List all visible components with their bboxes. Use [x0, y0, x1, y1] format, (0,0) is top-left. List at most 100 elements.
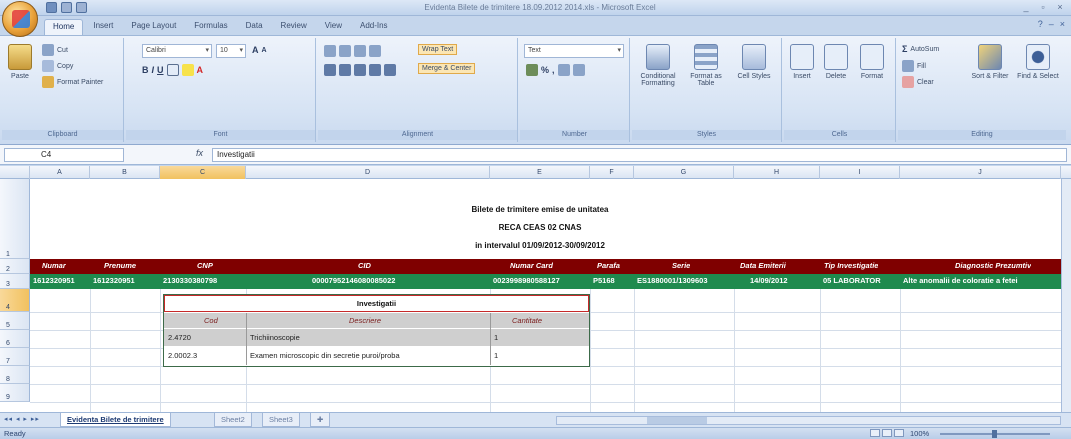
cell-styles-button[interactable]: Cell Styles [732, 44, 776, 80]
cell-diagnostic[interactable]: Alte anomalii de coloratie a fetei [903, 274, 1059, 288]
close-button[interactable]: × [1053, 2, 1067, 13]
number-format-select[interactable]: Text [524, 44, 624, 58]
copy-button[interactable]: Copy [42, 60, 73, 72]
format-as-table-button[interactable]: Format as Table [684, 44, 728, 87]
cell-numar[interactable]: 1612320951 [33, 274, 89, 288]
conditional-formatting-button[interactable]: Conditional Formatting [636, 44, 680, 87]
redo-icon[interactable] [76, 2, 87, 13]
page-layout-view-icon[interactable] [882, 429, 892, 437]
find-select-button[interactable]: Find & Select [1016, 44, 1060, 80]
sort-filter-button[interactable]: Sort & Filter [968, 44, 1012, 80]
save-icon[interactable] [46, 2, 57, 13]
workbook-close-icon[interactable]: × [1060, 19, 1065, 29]
comma-style-icon[interactable]: , [552, 65, 555, 75]
sheet-tab-sheet3[interactable]: Sheet3 [262, 413, 300, 427]
select-all-corner[interactable] [0, 166, 30, 179]
row-header-9[interactable]: 9 [0, 384, 30, 402]
font-size-select[interactable]: 10 [216, 44, 246, 58]
cell-parafa[interactable]: P5168 [593, 274, 633, 288]
tab-home[interactable]: Home [44, 19, 84, 35]
maximize-button[interactable]: ▫ [1036, 2, 1050, 13]
increase-decimal-icon[interactable] [557, 64, 570, 76]
borders-icon[interactable] [166, 64, 179, 76]
row-header-4[interactable]: 4 [0, 289, 30, 312]
insert-cells-button[interactable]: Insert [790, 44, 814, 80]
font-color-icon[interactable]: A [197, 65, 204, 75]
shrink-font-icon[interactable]: A [262, 47, 267, 54]
align-right-icon[interactable] [354, 64, 366, 76]
column-header-c[interactable]: C [160, 166, 246, 179]
tab-formulas[interactable]: Formulas [186, 19, 235, 35]
tab-add-ins[interactable]: Add-Ins [352, 19, 396, 35]
column-header-a[interactable]: A [30, 166, 90, 179]
grow-font-icon[interactable]: A [252, 45, 259, 55]
tab-data[interactable]: Data [238, 19, 271, 35]
column-header-f[interactable]: F [590, 166, 634, 179]
align-middle-icon[interactable] [339, 45, 351, 57]
tab-view[interactable]: View [317, 19, 350, 35]
column-header-e[interactable]: E [490, 166, 590, 179]
paste-button[interactable]: Paste [8, 44, 32, 80]
underline-icon[interactable]: U [157, 65, 164, 75]
align-left-icon[interactable] [324, 64, 336, 76]
normal-view-icon[interactable] [870, 429, 880, 437]
wrap-text-button[interactable]: Wrap Text [418, 44, 458, 55]
column-header-b[interactable]: B [90, 166, 160, 179]
row-header-6[interactable]: 6 [0, 330, 30, 348]
format-cells-button[interactable]: Format [860, 44, 884, 80]
insert-function-icon[interactable]: fx [196, 148, 203, 158]
row-header-8[interactable]: 8 [0, 366, 30, 384]
sheet-nav-arrows-icon[interactable]: ◂◂ ◂ ▸ ▸▸ [4, 415, 40, 423]
fill-button[interactable]: Fill [902, 60, 926, 72]
formula-input[interactable]: Investigatii [212, 148, 1067, 162]
merge-center-button[interactable]: Merge & Center [418, 63, 476, 74]
investigatii-title[interactable]: Investigatii [164, 295, 589, 312]
row-header-3[interactable]: 3 [0, 274, 30, 289]
office-button[interactable] [2, 1, 38, 37]
help-icon[interactable]: ? [1038, 19, 1043, 29]
fill-color-icon[interactable] [181, 64, 194, 76]
name-box[interactable]: C4 [4, 148, 124, 162]
decrease-decimal-icon[interactable] [572, 64, 585, 76]
delete-cells-button[interactable]: Delete [824, 44, 848, 80]
percent-icon[interactable]: % [541, 65, 549, 75]
increase-indent-icon[interactable] [384, 64, 396, 76]
cell-cid[interactable]: 00007952146080085022 [312, 274, 488, 288]
investigatii-row[interactable]: 2.0002.3 Examen microscopic din secretie… [164, 347, 589, 364]
tab-page-layout[interactable]: Page Layout [123, 19, 184, 35]
undo-icon[interactable] [61, 2, 72, 13]
sheet-tab-evidenta[interactable]: Evidenta Bilete de trimitere [60, 413, 171, 427]
row-header-5[interactable]: 5 [0, 312, 30, 330]
column-header-i[interactable]: I [820, 166, 900, 179]
align-center-icon[interactable] [339, 64, 351, 76]
column-header-d[interactable]: D [246, 166, 490, 179]
cell-tip-investigatie[interactable]: 05 LABORATOR [823, 274, 899, 288]
vertical-scrollbar[interactable] [1061, 179, 1071, 412]
tab-review[interactable]: Review [273, 19, 315, 35]
workbook-minimize-icon[interactable]: – [1049, 19, 1054, 29]
row-header-2[interactable]: 2 [0, 259, 30, 274]
bold-icon[interactable]: B [142, 65, 149, 75]
cell-cnp[interactable]: 2130330380798 [163, 274, 245, 288]
font-name-select[interactable]: Calibri [142, 44, 212, 58]
format-painter-button[interactable]: Format Painter [42, 76, 103, 88]
cut-button[interactable]: Cut [42, 44, 68, 56]
insert-sheet-icon[interactable]: ✚ [310, 413, 331, 427]
decrease-indent-icon[interactable] [369, 64, 381, 76]
minimize-button[interactable]: _ [1019, 2, 1033, 13]
column-header-g[interactable]: G [634, 166, 734, 179]
clear-button[interactable]: Clear [902, 76, 934, 88]
column-header-h[interactable]: H [734, 166, 820, 179]
row-header-1[interactable]: 1 [0, 179, 30, 259]
sheet-tab-sheet2[interactable]: Sheet2 [214, 413, 252, 427]
investigatii-row[interactable]: 2.4720 Trichiinoscopie 1 [164, 329, 589, 346]
zoom-level[interactable]: 100% [910, 429, 929, 438]
column-header-j[interactable]: J [900, 166, 1061, 179]
horizontal-scroll-thumb[interactable] [647, 417, 707, 424]
align-top-icon[interactable] [324, 45, 336, 57]
zoom-slider-knob[interactable] [992, 430, 997, 438]
horizontal-scrollbar[interactable] [556, 416, 1061, 425]
tab-insert[interactable]: Insert [85, 19, 121, 35]
align-bottom-icon[interactable] [354, 45, 366, 57]
zoom-slider[interactable] [940, 430, 1050, 438]
